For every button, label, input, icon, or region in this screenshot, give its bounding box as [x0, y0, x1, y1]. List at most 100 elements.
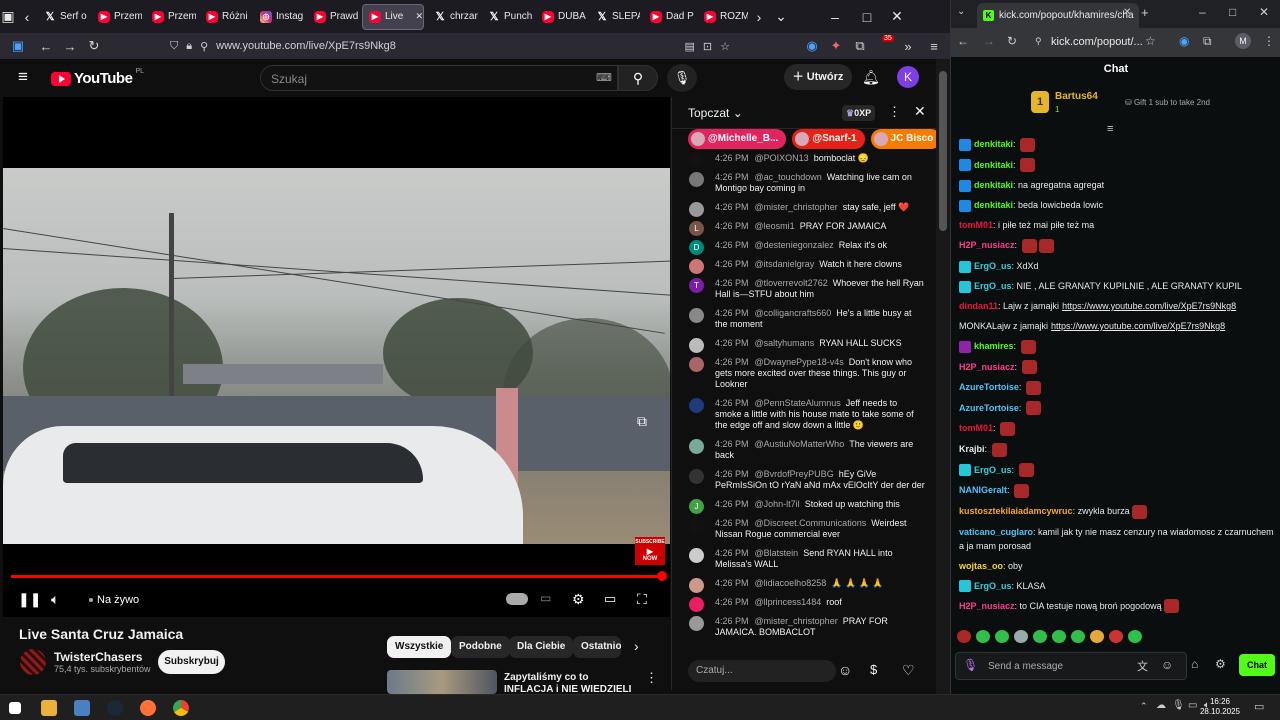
quick-emote-icon[interactable]	[1052, 630, 1066, 643]
browser-tab[interactable]: ▶ ROZM	[698, 4, 748, 30]
chat-avatar[interactable]: J	[689, 499, 704, 514]
autoplay-toggle[interactable]	[506, 593, 528, 605]
kick-username[interactable]: tomM01	[959, 220, 993, 230]
pinned-supporter[interactable]: @Snarf-1	[792, 129, 865, 149]
message-author[interactable]: @tloverrevolt2762	[755, 278, 828, 288]
overflow-chevron-icon[interactable]: »	[896, 39, 920, 54]
chat-avatar[interactable]	[689, 202, 704, 217]
kick-username[interactable]: NANIGeralt	[959, 485, 1007, 495]
reload-icon[interactable]: ↻	[82, 38, 106, 54]
kick-username[interactable]: ErgO_us	[974, 581, 1012, 591]
kick-username[interactable]: denkitaki	[974, 139, 1013, 149]
url-text[interactable]: www.youtube.com/live/XpE7rs9Nkg8	[216, 40, 396, 52]
message-author[interactable]: @BvrdofPreyPUBG	[755, 469, 834, 479]
chat-avatar[interactable]	[689, 172, 704, 187]
channel-name[interactable]: TwisterChasers	[54, 650, 142, 664]
tab-list-icon[interactable]: ▣	[0, 8, 16, 25]
store-icon[interactable]: ⌂	[1191, 657, 1198, 671]
system-clock[interactable]: 16:26 28.10.2025	[1196, 697, 1244, 717]
cloud-icon[interactable]: ☁	[1156, 700, 1166, 711]
chat-avatar[interactable]	[689, 357, 704, 372]
scrollbar-thumb[interactable]	[939, 71, 947, 231]
chat-send-button[interactable]: Chat	[1239, 654, 1275, 676]
forward-icon[interactable]: →	[983, 34, 995, 48]
vpn-icon[interactable]: ◉	[800, 38, 824, 54]
tab-scroll-left-icon[interactable]: ‹	[16, 9, 38, 25]
message-author[interactable]: @desteniegonzalez	[755, 240, 834, 250]
recommended-video[interactable]: Zapytaliśmy co to INFLACJA i NIE WIEDZIE…	[387, 670, 663, 694]
message-author[interactable]: @saltyhumans	[755, 338, 815, 348]
chat-avatar[interactable]	[689, 338, 704, 353]
subscribe-button[interactable]: Subskrybuj	[158, 650, 225, 674]
tab-close-icon[interactable]: ✕	[415, 11, 423, 22]
menu-icon[interactable]: ⋮	[1263, 34, 1275, 48]
quick-emote-icon[interactable]	[976, 630, 990, 643]
chat-avatar[interactable]	[689, 439, 704, 454]
kick-username[interactable]: khamires	[974, 341, 1014, 351]
message-author[interactable]: @mister_christopher	[755, 616, 838, 626]
fullscreen-icon[interactable]: ⛶	[637, 591, 647, 608]
kick-username[interactable]: H2P_nusiacz	[959, 601, 1015, 611]
pause-icon[interactable]: ❚❚	[18, 591, 41, 608]
quick-emote-icon[interactable]	[1033, 630, 1047, 643]
message-author[interactable]: @POIXON13	[755, 153, 809, 163]
message-author[interactable]: @ac_touchdown	[755, 172, 822, 182]
tray-chevron-icon[interactable]: ⌃	[1140, 701, 1148, 712]
chip-related[interactable]: Podobne	[451, 636, 510, 658]
chat-avatar[interactable]	[689, 469, 704, 484]
extensions-puzzle-icon[interactable]: ⧉	[1203, 34, 1212, 49]
maximize-icon[interactable]: □	[856, 9, 878, 25]
browser-tab[interactable]: 𝕏chrzan	[428, 4, 478, 30]
kick-username[interactable]: denkitaki	[974, 180, 1013, 190]
hamburger-menu-icon[interactable]: ≡	[18, 67, 28, 87]
mic-tray-icon[interactable]: 🎙︎	[1172, 700, 1185, 711]
bookmark-star-icon[interactable]: ☆	[1145, 34, 1156, 48]
search-input[interactable]: Szukaj	[260, 65, 618, 91]
emoji-icon[interactable]: ☺	[838, 662, 852, 678]
progress-bar[interactable]	[11, 571, 667, 581]
start-windows-icon[interactable]	[9, 702, 21, 714]
chrome-icon[interactable]	[173, 700, 189, 716]
message-author[interactable]: @Blatstein	[755, 548, 799, 558]
kick-username[interactable]: wojtas_oo	[959, 561, 1003, 571]
message-author[interactable]: @John-lt7il	[755, 499, 800, 509]
reader-icon[interactable]: ▤	[685, 40, 695, 53]
browser-tab[interactable]: ▶ Przem	[92, 4, 142, 30]
chat-avatar[interactable]	[689, 578, 704, 593]
close-window-icon[interactable]: ✕	[1259, 5, 1269, 19]
kick-username[interactable]: ErgO_us	[974, 281, 1012, 291]
send-message-input[interactable]: Send a message	[955, 652, 1187, 680]
kick-username[interactable]: H2P_nusiacz	[959, 362, 1015, 372]
miniplayer-icon[interactable]: ⧉	[637, 413, 647, 430]
quick-emote-icon[interactable]	[1014, 630, 1028, 643]
message-author[interactable]: @colligancrafts660	[755, 308, 832, 318]
kick-username[interactable]: ErgO_us	[974, 261, 1012, 271]
tab-kick-chat[interactable]: K kick.com/popout/khamires/cha	[977, 3, 1139, 28]
page-scrollbar[interactable]	[936, 59, 950, 694]
filter-icon[interactable]: ≡	[1107, 123, 1113, 135]
tab-search-icon[interactable]: ⌄	[957, 6, 965, 17]
search-button[interactable]: ⚲	[618, 65, 658, 91]
chat-input[interactable]: Czatuj...	[688, 660, 836, 682]
emoji-icon[interactable]: ☺	[1161, 658, 1173, 672]
account-avatar[interactable]: K	[897, 66, 919, 88]
message-author[interactable]: @Discreet.Communications	[755, 518, 867, 528]
live-indicator[interactable]: Na żywo	[89, 594, 139, 606]
back-icon[interactable]: ←	[957, 34, 969, 48]
notifications-icon[interactable]: ▭	[1254, 700, 1264, 713]
message-author[interactable]: @leosmi1	[755, 221, 795, 231]
kick-username[interactable]: tomM01	[959, 423, 993, 433]
pinned-supporter[interactable]: @Michelle_B...	[688, 129, 787, 149]
close-window-icon[interactable]: ✕	[886, 8, 908, 25]
browser-tab[interactable]: ▶ DUBA	[536, 4, 586, 30]
chat-close-icon[interactable]: ✕	[914, 103, 926, 120]
permissions-icon[interactable]: ⚲	[200, 40, 208, 53]
tab-overflow-icon[interactable]: ⌄	[770, 8, 792, 25]
chat-more-icon[interactable]: ⋮	[888, 104, 901, 120]
quick-emote-icon[interactable]	[1090, 630, 1104, 643]
subtitles-icon[interactable]: ▭	[540, 591, 551, 605]
kick-username[interactable]: denkitaki	[974, 200, 1013, 210]
recommended-title[interactable]: Zapytaliśmy co to INFLACJA i NIE WIEDZIE…	[504, 672, 632, 694]
quick-emote-icon[interactable]	[957, 630, 971, 643]
chat-avatar[interactable]	[689, 616, 704, 631]
